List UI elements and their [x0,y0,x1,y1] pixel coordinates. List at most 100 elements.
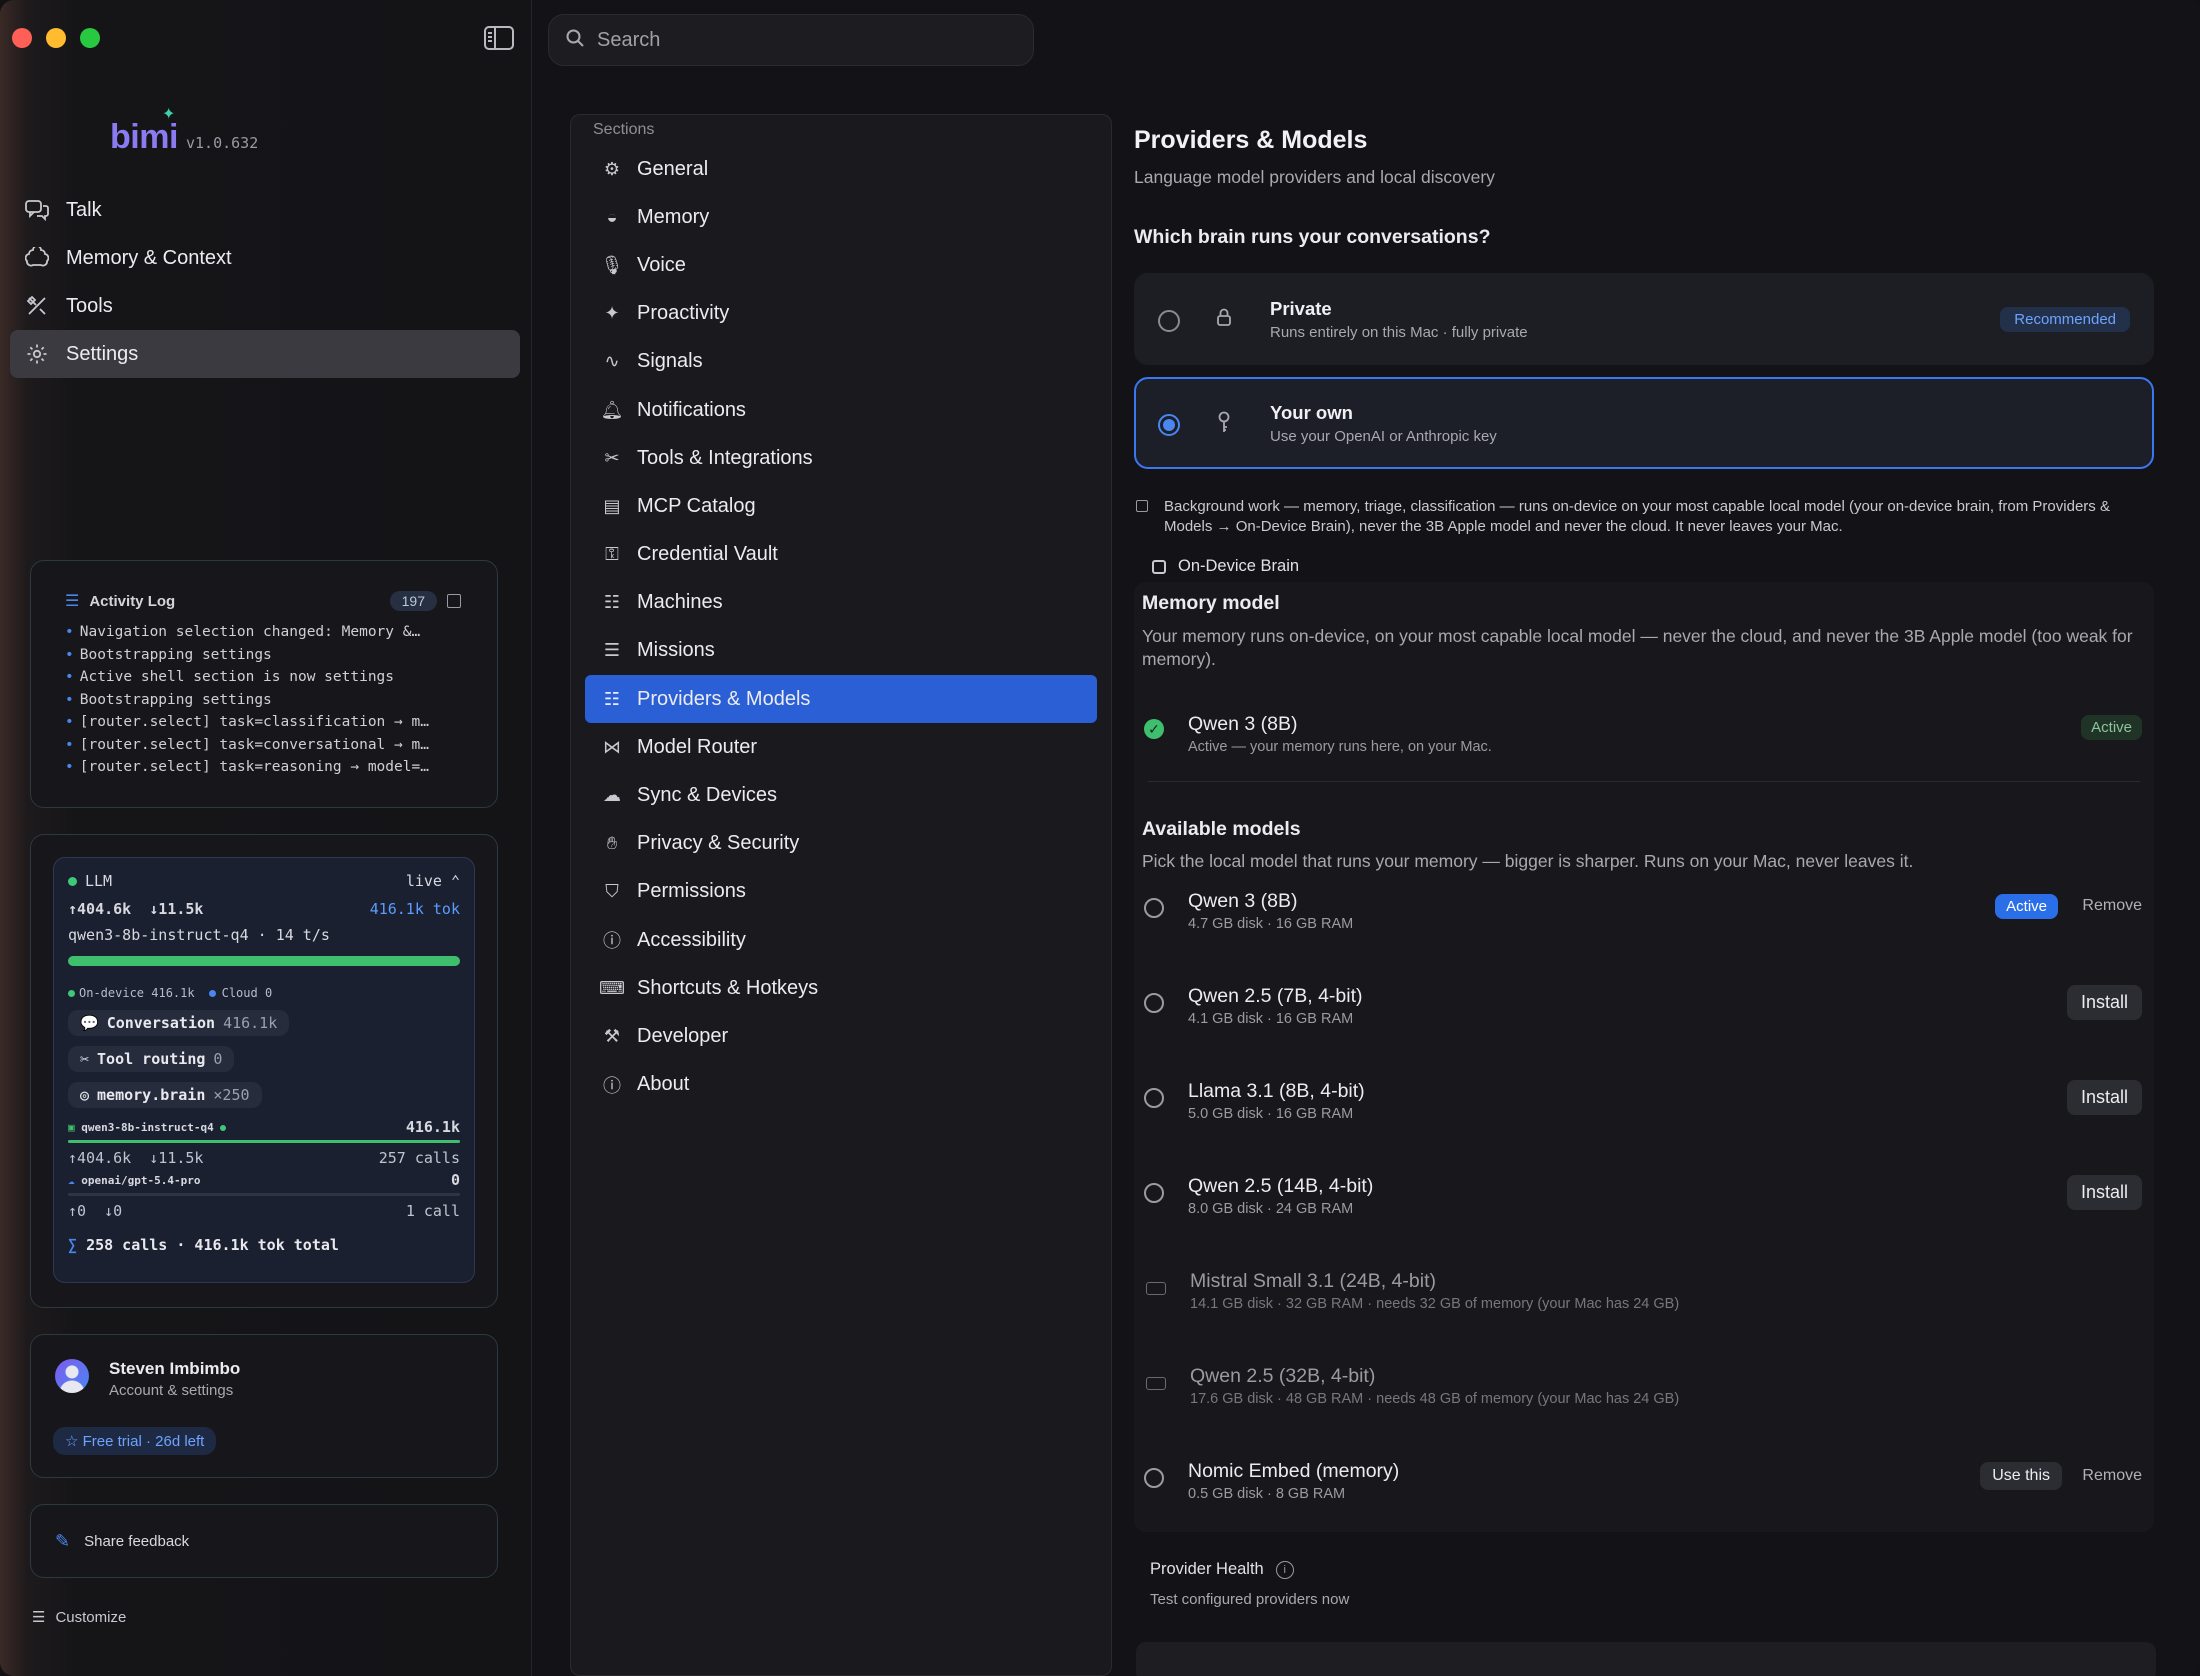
remove-button[interactable]: Remove [2082,1467,2142,1485]
model-name: Qwen 3 (8B) [1188,890,1298,912]
conversation-chip[interactable]: 💬 Conversation 416.1k [68,1010,290,1036]
section-privacy-security[interactable]: ✋︎ Privacy & Security [585,820,1097,868]
on-device-dot-icon [68,990,75,997]
section-accessibility[interactable]: ⓘ Accessibility [585,916,1097,964]
page-title: Providers & Models [1134,126,1368,154]
on-device-brain-heading: On-Device Brain [1152,557,2154,576]
section-voice[interactable]: 🎙︎ Voice [585,241,1097,289]
info-icon: ⓘ [603,1075,621,1096]
brain-question: Which brain runs your conversations? [1134,226,1491,248]
chip-label: Tool routing [97,1050,206,1068]
model-row-qwen3-8b[interactable]: Qwen 3 (8B) 4.7 GB disk · 16 GB RAM Acti… [1142,872,2146,967]
nav-item-tools[interactable]: Tools [10,282,520,330]
section-general[interactable]: ⚙ General [585,145,1097,193]
section-missions[interactable]: ☰ Missions [585,627,1097,675]
section-label: Voice [637,253,686,276]
nav-label: Memory & Context [66,246,232,269]
section-sync-devices[interactable]: ☁ Sync & Devices [585,771,1097,819]
model-meta: 4.1 GB disk · 16 GB RAM [1188,1011,1354,1027]
profile-card[interactable]: Steven Imbimbo Account & settings ☆ Free… [30,1334,498,1478]
model-row-nomic-embed[interactable]: Nomic Embed (memory) 0.5 GB disk · 8 GB … [1142,1442,2146,1522]
model-b-bar [68,1193,460,1196]
model-row-qwen25-14b[interactable]: Qwen 2.5 (14B, 4-bit) 8.0 GB disk · 24 G… [1142,1157,2146,1252]
section-signals[interactable]: ∿ Signals [585,338,1097,386]
install-button[interactable]: Install [2066,985,2142,1020]
section-label: Accessibility [637,928,746,951]
tool-routing-chip[interactable]: ✂ Tool routing 0 [68,1046,235,1072]
model-name: Qwen 2.5 (32B, 4-bit) [1190,1365,1376,1387]
active-badge: Active [2081,715,2142,740]
model-radio[interactable] [1144,1088,1164,1108]
zoom-window-button[interactable] [80,28,100,48]
activity-log-lines: Navigation selection changed: Memory &… … [31,611,497,779]
customize-button[interactable]: ☰ Customize [32,1608,126,1627]
minimize-window-button[interactable] [46,28,66,48]
install-button[interactable]: Install [2066,1175,2142,1210]
trial-badge[interactable]: ☆ Free trial · 26d left [53,1427,217,1455]
section-machines[interactable]: ☷ Machines [585,579,1097,627]
section-developer[interactable]: ⚒ Developer [585,1012,1097,1060]
model-radio[interactable] [1144,1183,1164,1203]
model-radio[interactable] [1144,1468,1164,1488]
current-model-row: ✓ Qwen 3 (8B) Active — your memory runs … [1142,671,2146,781]
sidebar-toggle-icon[interactable] [484,26,514,50]
section-memory[interactable]: ◒ Memory [585,193,1097,241]
nav-item-memory-context[interactable]: Memory & Context [10,234,520,282]
cloud-icon: ☁ [603,785,621,806]
list-item: Active shell section is now settings [65,666,485,689]
model-radio[interactable] [1144,993,1164,1013]
model-name: Llama 3.1 (8B, 4-bit) [1188,1080,1365,1102]
list-icon: ☰ [603,640,621,661]
model-row-qwen25-7b[interactable]: Qwen 2.5 (7B, 4-bit) 4.1 GB disk · 16 GB… [1142,967,2146,1062]
section-tools-integrations[interactable]: ✂ Tools & Integrations [585,434,1097,482]
llm-usage-panel[interactable]: LLM live ⌃ ↑404.6k ↓11.5k 416.1k tok qwe… [53,857,475,1283]
memory-model-title: Memory model [1142,592,1280,614]
section-notifications[interactable]: 🔔︎ Notifications [585,386,1097,434]
page-subtitle: Language model providers and local disco… [1134,167,1495,187]
test-providers-link[interactable]: Test configured providers now [1150,1591,2154,1608]
section-about[interactable]: ⓘ About [585,1061,1097,1109]
remove-button[interactable]: Remove [2082,897,2142,915]
profile-subtitle: Account & settings [109,1382,234,1399]
private-radio[interactable] [1158,310,1180,332]
model-row-qwen25-32b: Qwen 2.5 (32B, 4-bit) 17.6 GB disk · 48 … [1142,1347,2146,1442]
model-a-calls: 257 calls [378,1149,460,1167]
memory-brain-chip[interactable]: ◎ memory.brain ×250 [68,1082,262,1108]
gear-icon [24,341,50,367]
pop-out-icon[interactable] [447,594,461,608]
nav-label: Talk [66,198,102,221]
install-button[interactable]: Install [2066,1080,2142,1115]
search-bar[interactable] [548,14,1034,66]
model-row-llama31-8b[interactable]: Llama 3.1 (8B, 4-bit) 5.0 GB disk · 16 G… [1142,1062,2146,1157]
model-meta: 8.0 GB disk · 24 GB RAM [1188,1201,1354,1217]
your-own-radio[interactable] [1158,414,1180,436]
nav-item-talk[interactable]: Talk [10,186,520,234]
section-shortcuts-hotkeys[interactable]: ⌨ Shortcuts & Hotkeys [585,964,1097,1012]
search-input[interactable] [597,28,997,52]
section-permissions[interactable]: ⛉ Permissions [585,868,1097,916]
option-your-own-subtitle: Use your OpenAI or Anthropic key [1270,428,1497,445]
section-proactivity[interactable]: ✦ Proactivity [585,290,1097,338]
activity-log-card: ☰ Activity Log 197 Navigation selection … [30,560,498,808]
section-label: Model Router [637,735,758,758]
use-this-button[interactable]: Use this [1980,1462,2062,1490]
section-providers-models[interactable]: ☷ Providers & Models [585,675,1097,724]
option-your-own[interactable]: Your own Use your OpenAI or Anthropic ke… [1134,377,2154,469]
section-label: Machines [637,591,723,614]
model-b-calls: 1 call [405,1202,460,1220]
model-radio[interactable] [1144,898,1164,918]
main-nav: Talk Memory & Context Tools Settings [10,186,520,378]
share-feedback-button[interactable]: ✎ Share feedback [30,1504,498,1578]
close-window-button[interactable] [12,28,32,48]
section-mcp-catalog[interactable]: ▤ MCP Catalog [585,482,1097,530]
chevron-up-icon[interactable]: ⌃ [451,872,460,890]
info-icon[interactable]: i [1275,1560,1294,1579]
section-model-router[interactable]: ⋈ Model Router [585,723,1097,771]
available-models-title: Available models [1142,818,1301,840]
section-credential-vault[interactable]: ⚿ Credential Vault [585,531,1097,579]
sidebar: ✦ bimi v1.0.632 Talk Memory & Context To [0,0,532,1676]
nav-item-settings[interactable]: Settings [10,330,520,378]
option-private[interactable]: Private Runs entirely on this Mac · full… [1134,273,2154,365]
chip-model-icon: ▣ [68,1120,75,1134]
on-device-brain-label: On-Device Brain [1178,557,1300,575]
